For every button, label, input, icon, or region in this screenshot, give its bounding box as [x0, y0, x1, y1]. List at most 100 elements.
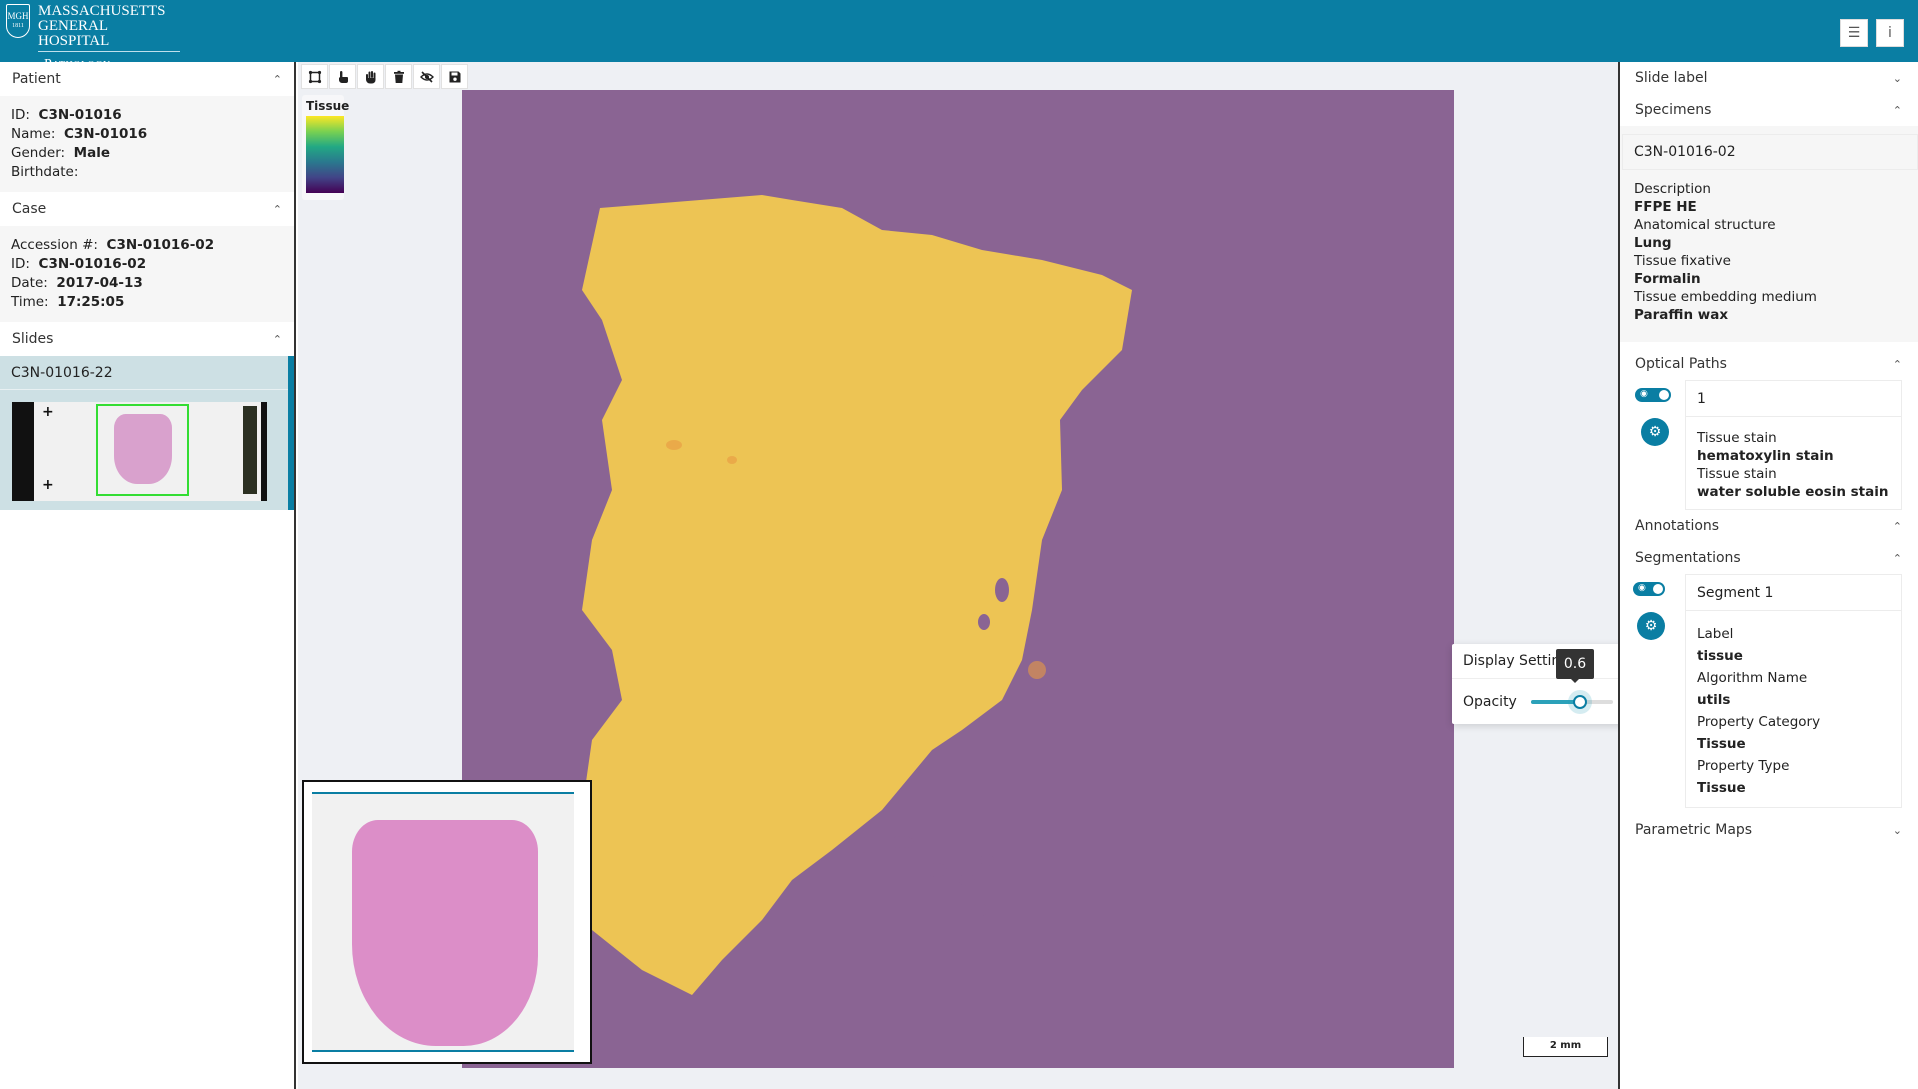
save-icon [449, 71, 460, 82]
hand-icon [365, 70, 375, 83]
chevron-up-icon: ⌃ [1892, 519, 1902, 533]
segmentation-overlay [572, 195, 1132, 995]
optical-paths-section-header[interactable]: Optical Paths ⌃ [1620, 348, 1918, 380]
stain-label: Tissue stain [1697, 466, 1777, 482]
fiducial-marker-icon: + [42, 477, 54, 493]
optical-path-item: ◉ ⚙ 1 Tissue stain hematoxylin stain Tis… [1620, 380, 1918, 510]
patient-birthdate-row: Birthdate: [11, 164, 79, 180]
opacity-slider-handle[interactable] [1573, 694, 1588, 709]
specimens-section-title: Specimens [1635, 102, 1712, 118]
parametric-maps-section-header[interactable]: Parametric Maps ⌄ [1620, 814, 1918, 846]
chevron-up-icon: ⌃ [1892, 357, 1902, 371]
modify-tool[interactable] [329, 64, 356, 89]
case-section-header[interactable]: Case ⌃ [0, 192, 294, 226]
fiducial-marker-icon: + [42, 404, 54, 420]
specimen-field-label: Tissue fixative [1634, 253, 1731, 269]
annotations-section-header[interactable]: Annotations ⌃ [1620, 510, 1918, 542]
trash-icon [393, 70, 404, 83]
list-button[interactable]: ☰ [1840, 19, 1868, 47]
slides-section-header[interactable]: Slides ⌃ [0, 322, 294, 356]
slide-label-area [243, 406, 257, 494]
case-date-row: Date: 2017-04-13 [11, 275, 143, 291]
segment-field-label: Property Type [1697, 758, 1790, 774]
optical-path-settings-button[interactable]: ⚙ [1641, 418, 1669, 446]
scale-bar: 2 mm [1523, 1037, 1608, 1057]
specimen-embedding-value: Paraffin wax [1634, 307, 1729, 323]
segment-settings-button[interactable]: ⚙ [1637, 612, 1665, 640]
optical-path-id: 1 [1686, 381, 1901, 417]
chevron-up-icon: ⌃ [272, 332, 282, 346]
overview-tissue [352, 820, 538, 1046]
segment-item: ◉ ⚙ Segment 1 Label tissue Algorithm Nam… [1620, 574, 1918, 808]
segmentations-section-header[interactable]: Segmentations ⌃ [1620, 542, 1918, 574]
segment-label-value: tissue [1697, 648, 1743, 664]
legend-colormap [306, 116, 344, 193]
slide-thumbnail[interactable]: + + [12, 402, 267, 501]
logo-line-1: MASSACHUSETTS [38, 3, 166, 19]
patient-name-row: Name: C3N-01016 [11, 126, 148, 142]
slides-section-title: Slides [12, 331, 54, 347]
specimen-field-label: Anatomical structure [1634, 217, 1776, 233]
specimens-section-header[interactable]: Specimens ⌃ [1620, 94, 1918, 126]
case-id-value: C3N-01016-02 [38, 256, 147, 272]
opacity-slider[interactable] [1530, 694, 1613, 709]
gear-icon: ⚙ [1644, 618, 1658, 634]
parametric-maps-section-title: Parametric Maps [1635, 822, 1753, 838]
app-header: MGH 1811 MASSACHUSETTS GENERAL HOSPITAL … [0, 0, 1918, 72]
segment-algorithm-value: utils [1697, 692, 1731, 708]
save-tool[interactable] [441, 64, 468, 89]
segment-name: Segment 1 [1686, 575, 1901, 611]
case-accession-value: C3N-01016-02 [106, 237, 215, 253]
chevron-up-icon: ⌃ [272, 72, 282, 86]
optical-paths-section-title: Optical Paths [1635, 356, 1727, 372]
patient-details: ID: C3N-01016 Name: C3N-01016 Gender: Ma… [0, 96, 294, 192]
slide-item-label: C3N-01016-22 [0, 356, 288, 390]
slide-viewer[interactable]: Tissue 2 mm [298, 62, 1618, 1089]
delete-tool[interactable] [385, 64, 412, 89]
optical-path-visibility-toggle[interactable]: ◉ [1635, 388, 1671, 402]
overview-map[interactable] [302, 780, 592, 1064]
slide-image-canvas[interactable] [462, 90, 1454, 1068]
slide-label-section-header[interactable]: Slide label ⌄ [1620, 62, 1918, 94]
logo-line-2: GENERAL HOSPITAL [38, 19, 180, 52]
opacity-label: Opacity [1463, 693, 1517, 710]
draw-roi-tool[interactable] [301, 64, 328, 89]
patient-section-header[interactable]: Patient ⌃ [0, 62, 294, 96]
patient-id-row: ID: C3N-01016 [11, 107, 122, 123]
stain-label: Tissue stain [1697, 430, 1777, 446]
case-time-value: 17:25:05 [57, 294, 125, 310]
specimen-id: C3N-01016-02 [1622, 134, 1918, 170]
shield-year: 1811 [12, 23, 24, 29]
segment-property-category-value: Tissue [1697, 736, 1746, 752]
specimen-field-label: Description [1634, 181, 1711, 197]
case-accession-row: Accession #: C3N-01016-02 [11, 237, 215, 253]
eye-icon: ◉ [1638, 583, 1646, 593]
segment-field-label: Algorithm Name [1697, 670, 1808, 686]
hide-tool[interactable] [413, 64, 440, 89]
patient-gender-row: Gender: Male [11, 145, 110, 161]
opacity-tooltip: 0.6 [1556, 649, 1594, 683]
patient-section-title: Patient [12, 71, 61, 87]
case-id-row: ID: C3N-01016-02 [11, 256, 147, 272]
pan-tool[interactable] [357, 64, 384, 89]
shield-text: MGH [7, 11, 29, 21]
stain-value: hematoxylin stain [1697, 448, 1834, 464]
stain-value: water soluble eosin stain [1697, 484, 1889, 500]
annotation-toolbar [301, 64, 468, 89]
list-icon: ☰ [1847, 25, 1861, 41]
segmentations-section-title: Segmentations [1635, 550, 1741, 566]
specimen-field-label: Tissue embedding medium [1634, 289, 1817, 305]
case-time-row: Time: 17:25:05 [11, 294, 125, 310]
segmentation-legend: Tissue [302, 95, 349, 200]
chevron-up-icon: ⌃ [1892, 103, 1902, 117]
segment-visibility-toggle[interactable]: ◉ [1633, 582, 1665, 596]
chevron-down-icon: ⌄ [1892, 823, 1902, 837]
eye-slash-icon [419, 70, 434, 83]
chevron-up-icon: ⌃ [1892, 551, 1902, 565]
chevron-down-icon: ⌄ [1892, 71, 1902, 85]
info-button[interactable]: i [1876, 19, 1904, 47]
segment-property-type-value: Tissue [1697, 780, 1746, 796]
gear-icon: ⚙ [1648, 424, 1662, 440]
patient-gender-value: Male [73, 145, 110, 161]
slide-list-item[interactable]: C3N-01016-22 + + [0, 356, 294, 510]
